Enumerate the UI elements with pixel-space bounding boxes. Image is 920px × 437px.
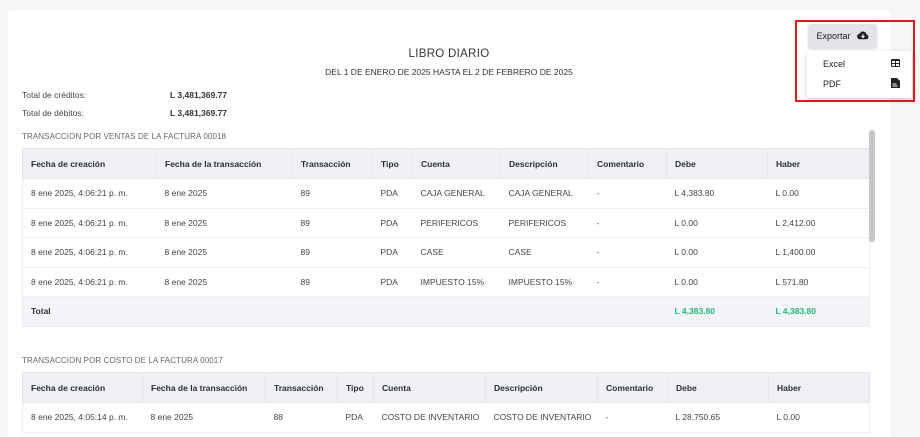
cell-tipo: PDA xyxy=(337,402,374,433)
table-header-row: Fecha de creación Fecha de la transacció… xyxy=(22,372,870,403)
debits-label: Total de débitos: xyxy=(22,108,84,118)
cell-descripcion: CASE xyxy=(500,237,589,268)
col-haber[interactable]: Haber xyxy=(767,148,870,179)
journal-table-cost: Fecha de creación Fecha de la transacció… xyxy=(22,372,870,433)
export-pdf-item[interactable]: PDF xyxy=(807,74,912,94)
report-subtitle: DEL 1 DE ENERO DE 2025 HASTA EL 2 DE FEB… xyxy=(325,67,573,77)
cell-transaccion: 88 xyxy=(265,402,338,433)
col-descripcion[interactable]: Descripción xyxy=(485,372,598,403)
col-fecha-creacion[interactable]: Fecha de creación xyxy=(22,148,157,179)
col-fecha-creacion[interactable]: Fecha de creación xyxy=(22,372,143,403)
col-cuenta[interactable]: Cuenta xyxy=(412,148,501,179)
cell-tipo: PDA xyxy=(372,208,413,238)
debits-value: L 3,481,369.77 xyxy=(170,108,228,118)
cell-haber: L 1,400.00 xyxy=(767,237,870,268)
credits-label: Total de créditos: xyxy=(22,90,87,100)
col-debe[interactable]: Debe xyxy=(666,148,768,179)
col-fecha-transaccion[interactable]: Fecha de la transacción xyxy=(142,372,266,403)
col-transaccion[interactable]: Transacción xyxy=(265,372,338,403)
table-header-row: Fecha de creación Fecha de la transacció… xyxy=(22,148,870,179)
cell-debe: L 0.00 xyxy=(666,237,768,268)
cell-fecha-transaccion: 8 ene 2025 xyxy=(156,267,293,297)
cloud-download-icon xyxy=(856,31,869,42)
cell-descripcion: PERIFERICOS xyxy=(500,208,589,238)
vertical-scrollbar[interactable] xyxy=(869,130,875,242)
cell-fecha-transaccion: 8 ene 2025 xyxy=(142,402,266,433)
cell-transaccion: 89 xyxy=(292,267,373,297)
col-tipo[interactable]: Tipo xyxy=(337,372,374,403)
cell-cuenta: CAJA GENERAL xyxy=(412,178,501,209)
journal-table-sales: Fecha de creación Fecha de la transacció… xyxy=(22,148,870,327)
cell-fecha-transaccion: 8 ene 2025 xyxy=(156,237,293,268)
col-haber[interactable]: Haber xyxy=(768,372,870,403)
total-row: Total L 4,383.80 L 4,383.80 xyxy=(22,296,870,327)
cell-comentario: - xyxy=(588,237,667,268)
cell-fecha-creacion: 8 ene 2025, 4:06:21 p. m. xyxy=(22,208,157,238)
export-label: Exportar xyxy=(816,31,851,41)
cell-cuenta: PERIFERICOS xyxy=(412,208,501,238)
cell-fecha-transaccion: 8 ene 2025 xyxy=(156,178,293,209)
table-row: 8 ene 2025, 4:06:21 p. m. 8 ene 2025 89 … xyxy=(22,208,870,238)
cell-transaccion: 89 xyxy=(292,237,373,268)
report-title: LIBRO DIARIO xyxy=(408,48,490,60)
cell-fecha-creacion: 8 ene 2025, 4:06:21 p. m. xyxy=(22,267,157,297)
table-row: 8 ene 2025, 4:06:21 p. m. 8 ene 2025 89 … xyxy=(22,267,870,297)
cell-cuenta: COSTO DE INVENTARIO xyxy=(373,402,486,433)
section-title-cost: TRANSACCION POR COSTO DE LA FACTURA 0001… xyxy=(22,356,223,365)
cell-haber: L 571.80 xyxy=(767,267,870,297)
cell-haber: L 2,412.00 xyxy=(767,208,870,238)
pdf-file-icon xyxy=(891,78,900,90)
col-debe[interactable]: Debe xyxy=(667,372,769,403)
cell-haber: L 0.00 xyxy=(768,402,870,433)
cell-comentario: - xyxy=(588,267,667,297)
cell-haber: L 0.00 xyxy=(767,178,870,209)
table-row: 8 ene 2025, 4:06:21 p. m. 8 ene 2025 89 … xyxy=(22,178,870,209)
credits-value: L 3,481,369.77 xyxy=(170,90,228,100)
col-descripcion[interactable]: Descripción xyxy=(500,148,589,179)
cell-comentario: - xyxy=(588,178,667,209)
section-title-sales: TRANSACCION POR VENTAS DE LA FACTURA 000… xyxy=(22,132,227,141)
cell-transaccion: 89 xyxy=(292,208,373,238)
cell-cuenta: CASE xyxy=(412,237,501,268)
col-comentario[interactable]: Comentario xyxy=(588,148,667,179)
cell-debe: L 0.00 xyxy=(666,267,768,297)
cell-tipo: PDA xyxy=(372,178,413,209)
export-excel-item[interactable]: Excel xyxy=(807,54,912,74)
cell-fecha-creacion: 8 ene 2025, 4:06:21 p. m. xyxy=(22,237,157,268)
export-button[interactable]: Exportar xyxy=(808,24,877,48)
table-row: 8 ene 2025, 4:06:21 p. m. 8 ene 2025 89 … xyxy=(22,237,870,268)
cell-fecha-creacion: 8 ene 2025, 4:06:21 p. m. xyxy=(22,178,157,209)
col-fecha-transaccion[interactable]: Fecha de la transacción xyxy=(156,148,293,179)
table-icon xyxy=(891,59,900,69)
table-row: 8 ene 2025, 4:05:14 p. m. 8 ene 2025 88 … xyxy=(22,402,870,433)
col-cuenta[interactable]: Cuenta xyxy=(373,372,486,403)
cell-fecha-transaccion: 8 ene 2025 xyxy=(156,208,293,238)
cell-descripcion: CAJA GENERAL xyxy=(500,178,589,209)
cell-descripcion: IMPUESTO 15% xyxy=(500,267,589,297)
col-comentario[interactable]: Comentario xyxy=(597,372,668,403)
cell-transaccion: 89 xyxy=(292,178,373,209)
cell-comentario: - xyxy=(597,402,668,433)
cell-debe: L 28,750.65 xyxy=(667,402,769,433)
export-pdf-label: PDF xyxy=(823,79,841,89)
cell-tipo: PDA xyxy=(372,237,413,268)
cell-tipo: PDA xyxy=(372,267,413,297)
col-transaccion[interactable]: Transacción xyxy=(292,148,373,179)
total-label: Total xyxy=(22,296,157,327)
cell-debe: L 0.00 xyxy=(666,208,768,238)
cell-cuenta: IMPUESTO 15% xyxy=(412,267,501,297)
total-debe: L 4,383.80 xyxy=(666,296,768,327)
total-haber: L 4,383.80 xyxy=(767,296,870,327)
cell-descripcion: COSTO DE INVENTARIO xyxy=(485,402,598,433)
export-menu: Excel PDF xyxy=(807,51,912,98)
col-tipo[interactable]: Tipo xyxy=(372,148,413,179)
cell-comentario: - xyxy=(588,208,667,238)
export-excel-label: Excel xyxy=(823,59,846,69)
cell-debe: L 4,383.80 xyxy=(666,178,768,209)
cell-fecha-creacion: 8 ene 2025, 4:05:14 p. m. xyxy=(22,402,143,433)
